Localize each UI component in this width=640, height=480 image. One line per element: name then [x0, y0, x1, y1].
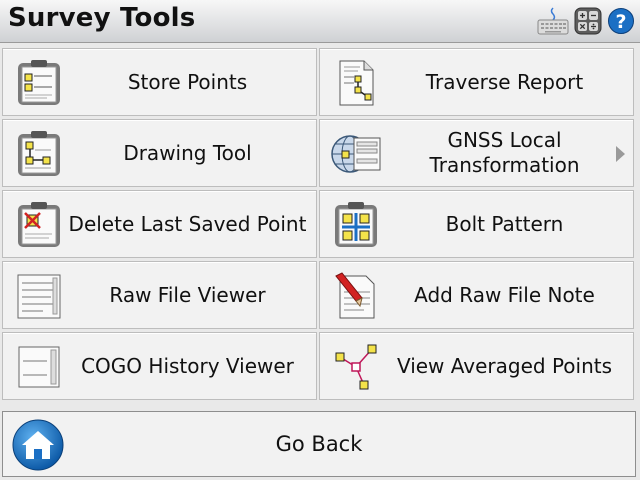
store-points-label: Store Points — [127, 69, 248, 94]
title-bar: Survey Tools ? — [0, 0, 640, 43]
help-icon[interactable]: ? — [606, 6, 638, 36]
page-title: Survey Tools — [8, 3, 196, 33]
add-raw-file-note-label: Add Raw File Note — [414, 282, 595, 307]
add-raw-file-note-button[interactable]: Add Raw File Note — [319, 261, 634, 329]
drawing-tool-button[interactable]: Drawing Tool — [2, 119, 317, 187]
view-averaged-points-label: View Averaged Points — [396, 353, 613, 378]
calculator-icon[interactable] — [572, 6, 604, 36]
cogo-history-viewer-label: COGO History Viewer — [81, 353, 294, 378]
cogo-history-icon — [18, 346, 60, 388]
go-back-label: Go Back — [275, 432, 363, 456]
go-back-button[interactable]: Go Back — [2, 411, 636, 477]
submenu-arrow-icon — [616, 146, 625, 162]
gnss-local-transformation-button[interactable]: GNSS Local Transformation — [319, 119, 634, 187]
raw-file-viewer-label: Raw File Viewer — [109, 282, 266, 307]
gnss-transformation-icon — [331, 135, 381, 173]
traverse-report-label: Traverse Report — [425, 69, 584, 94]
store-points-button[interactable]: Store Points — [2, 48, 317, 116]
tool-grid: Store Points Traverse Report Drawing Too… — [2, 48, 638, 406]
traverse-report-button[interactable]: Traverse Report — [319, 48, 634, 116]
keyboard-icon[interactable] — [537, 6, 569, 36]
bolt-pattern-icon — [335, 202, 377, 247]
raw-file-viewer-button[interactable]: Raw File Viewer — [2, 261, 317, 329]
raw-file-viewer-icon — [17, 274, 61, 319]
gnss-local-transformation-label: GNSS Local Transformation — [429, 128, 580, 177]
delete-point-icon — [18, 202, 60, 247]
store-points-icon — [18, 60, 60, 105]
bolt-pattern-label: Bolt Pattern — [445, 211, 564, 236]
delete-last-saved-point-button[interactable]: Delete Last Saved Point — [2, 190, 317, 258]
cogo-history-viewer-button[interactable]: COGO History Viewer — [2, 332, 317, 400]
raw-file-note-icon — [335, 272, 375, 319]
bolt-pattern-button[interactable]: Bolt Pattern — [319, 190, 634, 258]
averaged-points-icon — [335, 344, 377, 390]
drawing-tool-label: Drawing Tool — [123, 140, 252, 165]
view-averaged-points-button[interactable]: View Averaged Points — [319, 332, 634, 400]
delete-last-saved-point-label: Delete Last Saved Point — [68, 211, 307, 236]
drawing-tool-icon — [18, 131, 60, 176]
svg-text:?: ? — [615, 11, 626, 33]
traverse-report-icon — [339, 60, 374, 106]
